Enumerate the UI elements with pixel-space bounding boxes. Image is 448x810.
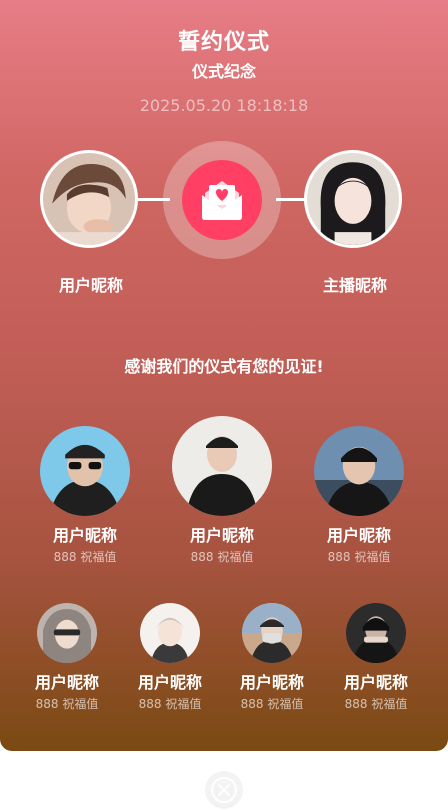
guest-avatar (346, 603, 406, 663)
guest-avatar (172, 416, 272, 516)
thanks-message: 感谢我们的仪式有您的见证! (124, 357, 324, 376)
close-icon (211, 777, 237, 803)
guest-avatar (140, 603, 200, 663)
guest-name: 用户昵称 (189, 526, 254, 545)
guest-avatar (314, 426, 404, 516)
streamer-name: 主播昵称 (322, 276, 387, 295)
guest-blessing-value: 888 祝福值 (138, 697, 202, 711)
guest-item[interactable]: 用户昵称 888 祝福值 (167, 416, 277, 565)
guest-name: 用户昵称 (326, 526, 391, 545)
guest-item[interactable]: 用户昵称 888 祝福值 (22, 603, 112, 712)
heart-envelope-icon (182, 160, 262, 240)
guest-item[interactable]: 用户昵称 888 祝福值 (304, 426, 414, 565)
guest-item[interactable]: 用户昵称 888 祝福值 (125, 603, 215, 712)
guest-name: 用户昵称 (343, 673, 408, 692)
guest-name: 用户昵称 (52, 526, 117, 545)
ceremony-timestamp: 2025.05.20 18:18:18 (139, 96, 309, 115)
guest-avatar (242, 603, 302, 663)
page-subtitle: 仪式纪念 (191, 62, 256, 81)
page-title: 誓约仪式 (177, 30, 270, 55)
guest-blessing-value: 888 祝福值 (35, 697, 99, 711)
user-name: 用户昵称 (58, 276, 123, 295)
guest-name: 用户昵称 (239, 673, 304, 692)
user-avatar[interactable] (40, 150, 138, 248)
guest-blessing-value: 888 祝福值 (240, 697, 304, 711)
guest-avatar (40, 426, 130, 516)
guest-blessing-value: 888 祝福值 (190, 550, 254, 564)
guest-avatar (37, 603, 97, 663)
streamer-avatar[interactable] (304, 150, 402, 248)
guest-item[interactable]: 用户昵称 888 祝福值 (30, 426, 140, 565)
guest-blessing-value: 888 祝福值 (327, 550, 391, 564)
guest-blessing-value: 888 祝福值 (344, 697, 408, 711)
center-emblem (163, 141, 281, 259)
close-button[interactable] (205, 771, 243, 809)
guest-name: 用户昵称 (137, 673, 202, 692)
ceremony-card: 誓约仪式 仪式纪念 2025.05.20 18:18:18 用户昵称 主播昵称 … (0, 0, 448, 751)
guest-name: 用户昵称 (34, 673, 99, 692)
guest-item[interactable]: 用户昵称 888 祝福值 (331, 603, 421, 712)
guest-item[interactable]: 用户昵称 888 祝福值 (227, 603, 317, 712)
guest-blessing-value: 888 祝福值 (53, 550, 117, 564)
